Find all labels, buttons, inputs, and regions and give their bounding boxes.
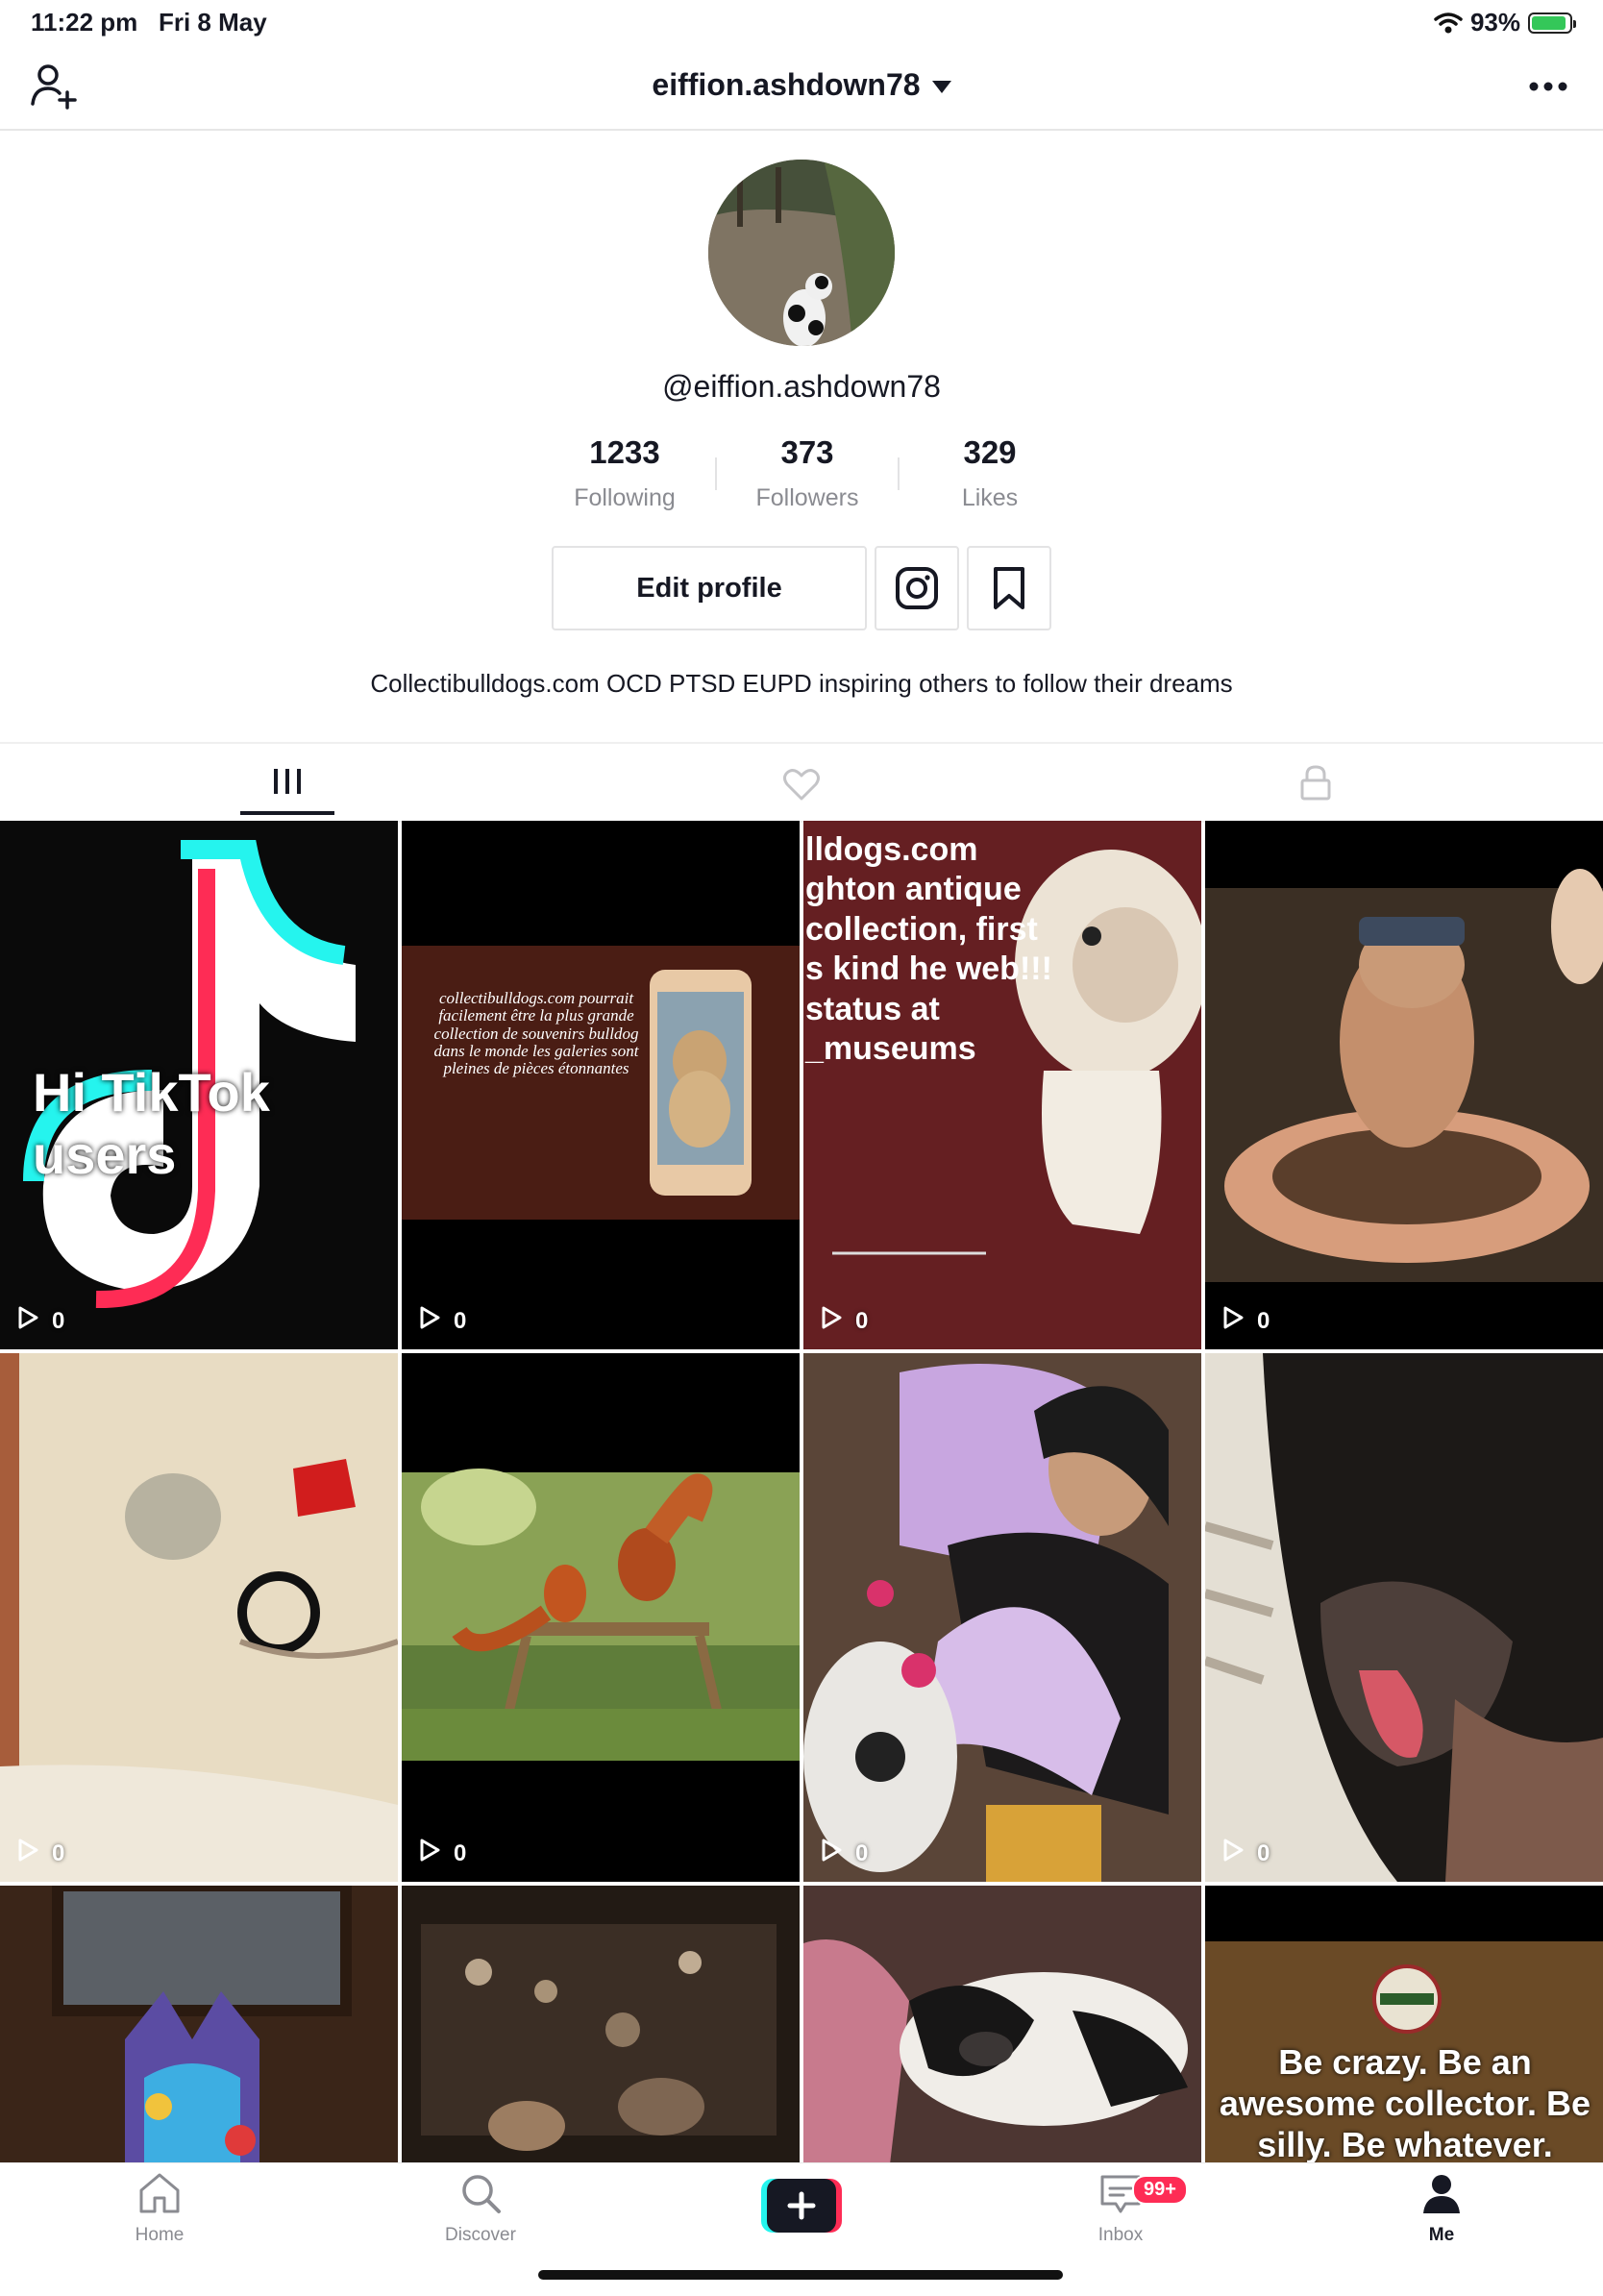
video-tile[interactable]: Be crazy. Be an awesome collector. Be si… [1205,1886,1603,2164]
nav-inbox[interactable]: Inbox 99+ [1024,2171,1217,2246]
video-tile[interactable]: 0 [803,1353,1201,1882]
followers-stat[interactable]: 373 Followers [721,434,894,512]
view-count: 0 [1222,1306,1270,1336]
status-time: 11:22 pm Fri 8 May [31,8,267,37]
top-nav: eiffion.ashdown78 [0,46,1603,131]
edit-profile-button[interactable]: Edit profile [552,546,867,630]
nav-discover[interactable]: Discover [384,2171,577,2246]
profile-icon [1423,2175,1460,2213]
play-icon [419,1306,440,1336]
account-switcher[interactable]: eiffion.ashdown78 [0,67,1603,103]
wifi-icon [1434,12,1463,33]
view-count: 0 [17,1306,64,1336]
followers-label: Followers [755,484,859,511]
video-tile[interactable]: lldogs.com ghton antique collection, fir… [803,821,1201,1349]
nav-me-label: Me [1428,2225,1455,2245]
video-tile[interactable] [402,1886,800,2164]
play-icon [17,1306,38,1336]
view-count-number: 0 [52,1307,65,1334]
status-clock: 11:22 pm [31,8,138,37]
video-tile[interactable]: 0 [0,1353,398,1882]
video-tile[interactable]: 0 [1205,821,1603,1349]
video-overlay-text: lldogs.com ghton antique collection, fir… [805,831,1052,1068]
play-icon [17,1839,38,1868]
video-overlay-text: Be crazy. Be an awesome collector. Be si… [1219,2042,1591,2164]
profile-avatar[interactable] [708,160,895,346]
lock-icon[interactable] [1299,763,1332,802]
following-count: 1233 [589,434,660,470]
following-stat[interactable]: 1233 Following [538,434,711,512]
stat-divider [715,457,717,490]
video-overlay-text: Hi TikTok users [33,1062,270,1185]
create-button[interactable] [761,2179,842,2233]
likes-count: 329 [963,434,1017,470]
video-tile[interactable] [0,1886,398,2164]
view-count: 0 [419,1839,466,1868]
profile-bio: Collectibulldogs.com OCD PTSD EUPD inspi… [370,669,1233,698]
nav-me[interactable]: Me [1345,2171,1538,2246]
video-tile[interactable]: Hi TikTok users 0 [0,821,398,1349]
video-tile[interactable]: collectibulldogs.com pourrait facilement… [402,821,800,1349]
video-tile[interactable]: 0 [402,1353,800,1882]
status-date: Fri 8 May [158,8,267,37]
heart-icon[interactable] [782,767,821,802]
play-icon [1222,1839,1244,1868]
view-count-number: 0 [1257,1839,1270,1866]
view-count: 0 [1222,1839,1270,1868]
nav-home[interactable]: Home [63,2171,256,2246]
view-count-number: 0 [855,1839,869,1866]
view-count-number: 0 [454,1307,467,1334]
play-icon [821,1306,842,1336]
battery-percent: 93% [1469,8,1520,37]
search-icon [462,2175,501,2213]
likes-stat[interactable]: 329 Likes [903,434,1076,512]
view-count: 0 [821,1839,868,1868]
stat-divider [898,457,900,490]
view-count: 0 [419,1306,466,1336]
battery-icon [1528,12,1576,34]
home-icon [139,2173,180,2213]
view-count: 0 [17,1839,64,1868]
nav-home-label: Home [135,2225,185,2245]
video-overlay-text: collectibulldogs.com pourrait facilement… [433,989,639,1078]
following-label: Following [574,484,676,511]
play-icon [821,1839,842,1868]
instagram-button[interactable] [875,546,959,630]
profile-handle: @eiffion.ashdown78 [662,369,941,404]
followers-count: 373 [780,434,834,470]
video-tile[interactable] [803,1886,1201,2164]
instagram-icon [896,567,938,609]
profile-stats: 1233 Following 373 Followers 329 Likes [538,434,1076,512]
view-count-number: 0 [1257,1307,1270,1334]
plus-icon [787,2191,816,2220]
view-count: 0 [821,1306,868,1336]
bookmark-icon [994,567,1024,609]
home-indicator [538,2270,1063,2280]
play-icon [419,1839,440,1868]
inbox-badge: 99+ [1132,2175,1188,2205]
username-title: eiffion.ashdown78 [652,67,921,102]
videos-grid-icon[interactable] [271,765,304,798]
nav-discover-label: Discover [445,2225,516,2245]
favorites-button[interactable] [967,546,1051,630]
caret-down-icon [931,81,951,94]
view-count-number: 0 [454,1839,467,1866]
view-count-number: 0 [52,1839,65,1866]
nav-inbox-label: Inbox [1097,2225,1144,2245]
active-tab-indicator [240,811,334,815]
more-options-icon[interactable] [1528,81,1568,92]
play-icon [1222,1306,1244,1336]
view-count-number: 0 [855,1307,869,1334]
video-tile[interactable]: 0 [1205,1353,1603,1882]
status-indicators: 93% [1434,8,1576,37]
likes-label: Likes [961,484,1019,511]
